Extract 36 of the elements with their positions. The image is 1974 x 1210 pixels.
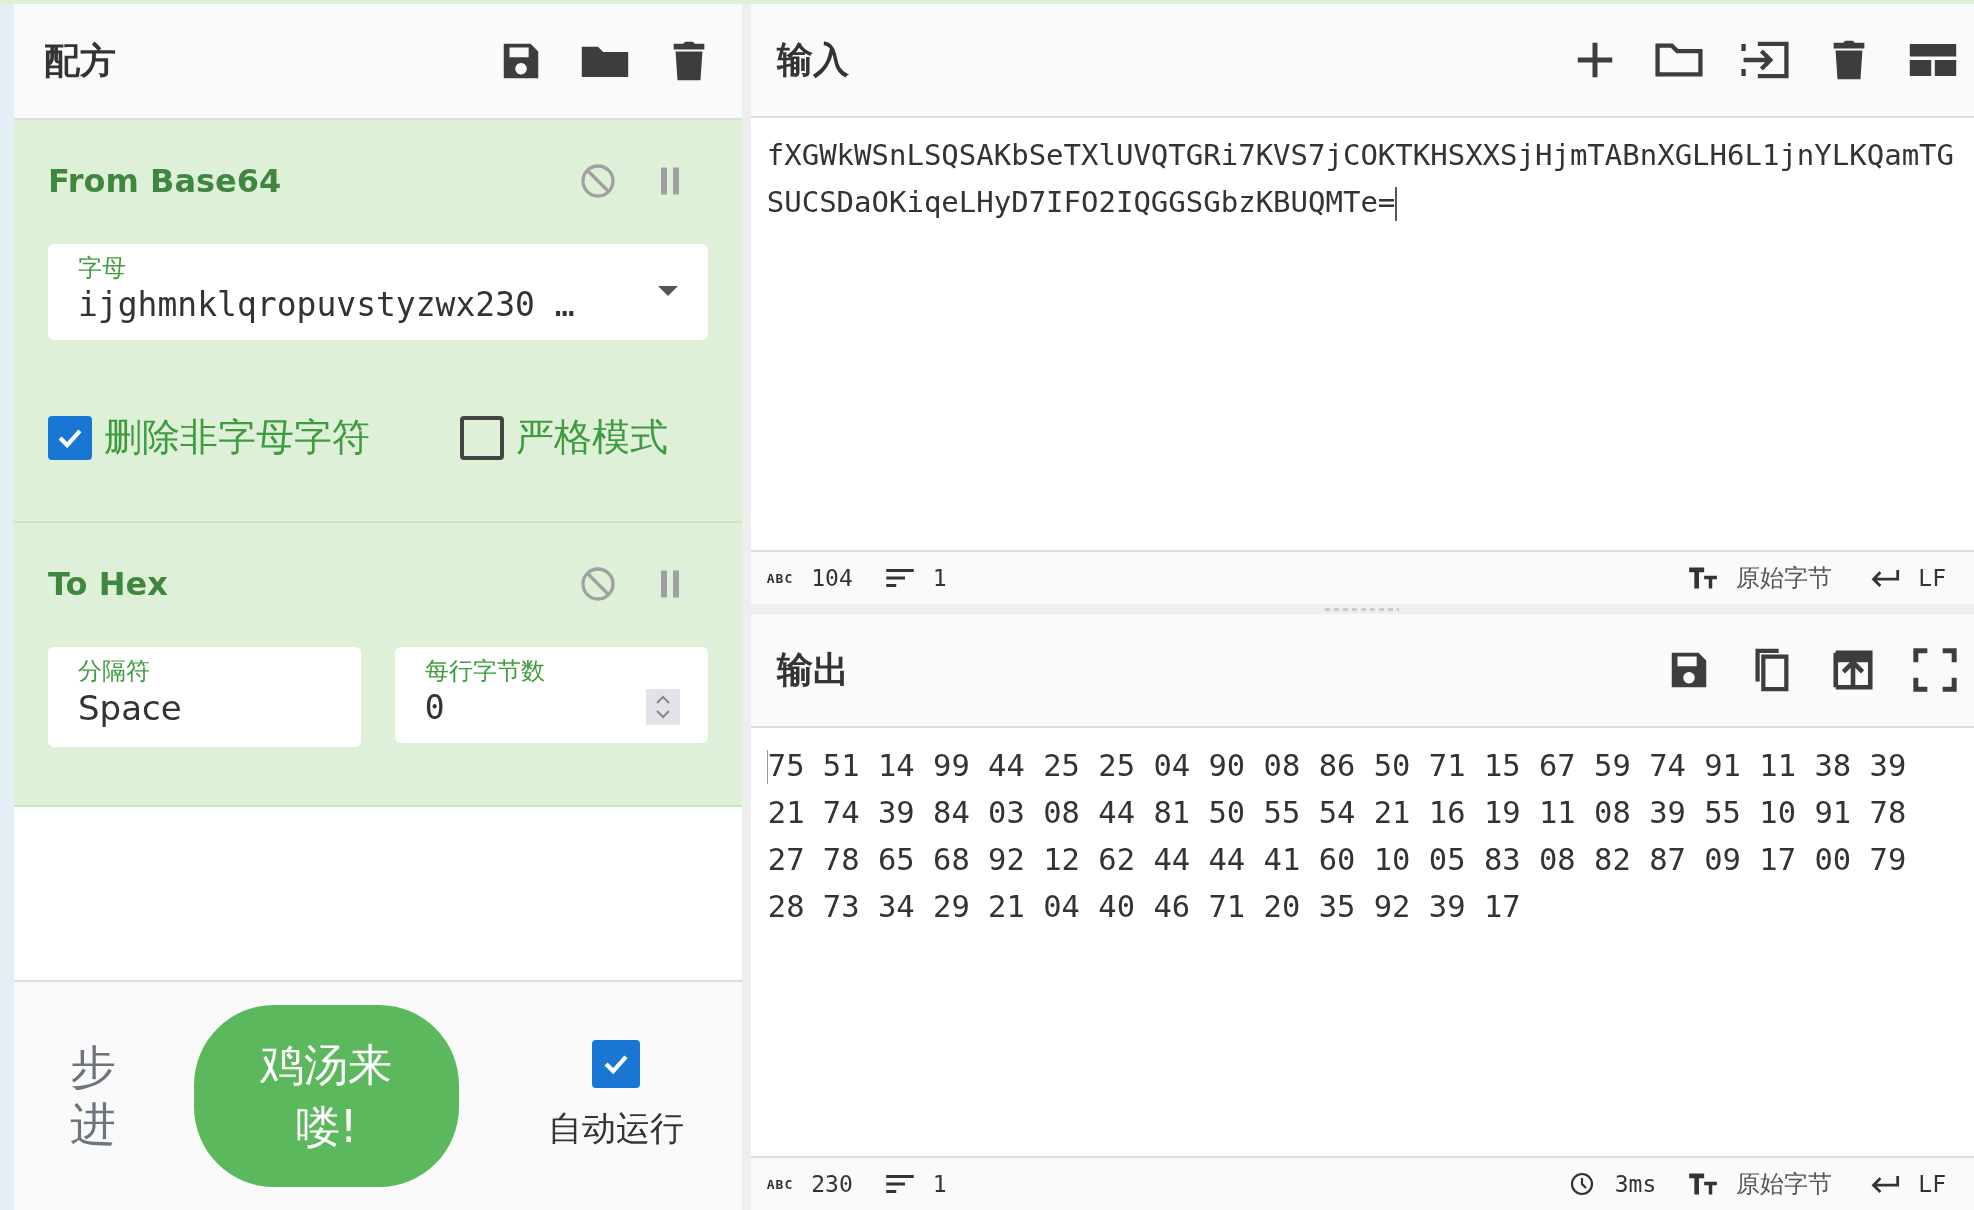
spinner-icon[interactable] xyxy=(645,689,680,725)
lines-value: 1 xyxy=(932,1171,947,1197)
encoding-label[interactable]: 原始字节 xyxy=(1736,562,1833,594)
fullscreen-icon[interactable] xyxy=(1912,647,1958,693)
encoding-label[interactable]: 原始字节 xyxy=(1736,1168,1833,1200)
font-icon[interactable] xyxy=(1688,1172,1719,1196)
length-value: 104 xyxy=(811,565,853,591)
output-text: 75 51 14 99 44 25 25 04 90 08 86 50 71 15 67 59 74 91 11 38 39 21 74 39 84 03 08 44 81 50 55 54 21 16 19 11 08 39 55 10 91 78 27 78 65 68 92 12 62 44 44 41 60 10 05 83 08 82 87 09 17 00 79 28 73 34 29 21 04 40 46 71 20 35 92 39 17 xyxy=(767,747,1908,926)
lines-icon xyxy=(884,1172,915,1196)
bake-time: 3ms xyxy=(1614,1171,1657,1197)
checkbox-label: 严格模式 xyxy=(515,414,668,461)
input-title: 输入 xyxy=(776,37,849,82)
length-value: 230 xyxy=(811,1171,853,1197)
eol-label[interactable]: LF xyxy=(1918,565,1946,591)
length-icon: ABC xyxy=(766,1176,794,1192)
auto-bake-checkbox[interactable] xyxy=(591,1040,640,1088)
input-text: fXGWkWSnLSQSAKbSeTXlUVQTGRi7KVS7jCOKTKHSXXSjHjmTABnXGLH6L1jnYLKQamTGSUCSDaOKiqeLHyD7IFO2IQGGSGbzKBUQMTe= xyxy=(766,138,1954,219)
recipe-title: 配方 xyxy=(44,38,116,83)
operation-name: From Base64 xyxy=(48,162,282,200)
length-icon: ABC xyxy=(766,570,794,586)
checkbox-label: 删除非字母字符 xyxy=(104,414,370,461)
checkbox[interactable] xyxy=(459,415,504,460)
font-icon[interactable] xyxy=(1688,566,1719,590)
caret-icon xyxy=(657,286,678,296)
output-title: 输出 xyxy=(776,647,849,692)
step-button[interactable]: 步进 xyxy=(70,1038,116,1154)
operation-name: To Hex xyxy=(48,565,168,603)
number-field[interactable]: 每行字节数 0 xyxy=(394,647,708,743)
eol-label[interactable]: LF xyxy=(1918,1171,1946,1197)
checkbox[interactable] xyxy=(48,415,92,460)
upload-icon[interactable] xyxy=(1830,647,1876,693)
lines-icon xyxy=(884,566,915,590)
lines-value: 1 xyxy=(932,565,947,591)
auto-bake-label: 自动运行 xyxy=(547,1107,684,1150)
text-field[interactable]: 分隔符 Space xyxy=(48,647,361,747)
dropdown-field[interactable]: 字母 ijghmnklqropuvstyzwx230 … xyxy=(48,244,708,340)
